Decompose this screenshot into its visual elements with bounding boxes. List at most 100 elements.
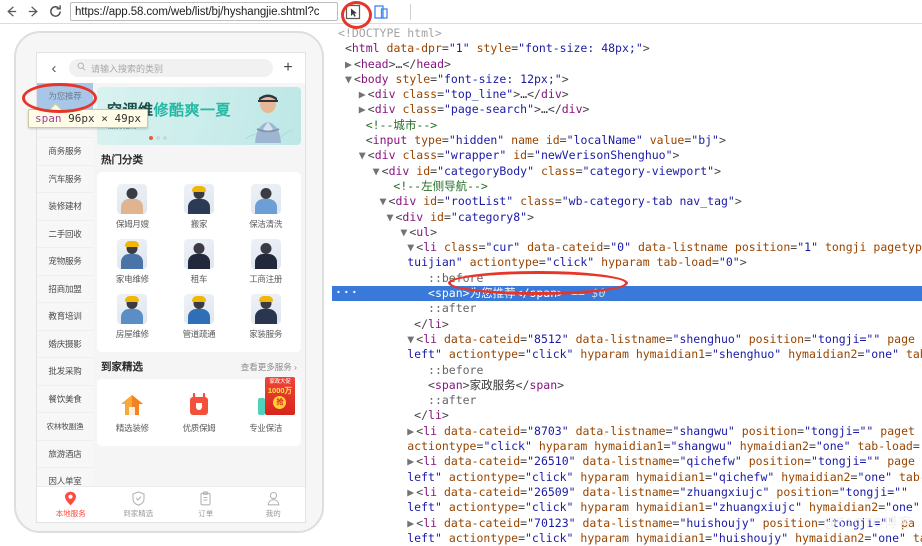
code-line[interactable]: ▶ <div class="page-search">…</div> <box>332 102 922 117</box>
code-line[interactable]: left" actiontype="click" hyparam hymaidi… <box>332 347 922 362</box>
sidebar-item-shangwu[interactable]: 商务服务 <box>37 138 93 166</box>
grid-item[interactable]: 搬家 <box>166 179 233 234</box>
grid-item[interactable]: 家电维修 <box>99 234 166 289</box>
sidebar-item-pets[interactable]: 宠物服务 <box>37 248 93 276</box>
grid-item[interactable]: 家装服务 <box>232 289 299 344</box>
code-line[interactable]: <html data-dpr="1" style="font-size: 48p… <box>332 41 922 56</box>
tab-orders[interactable]: 订单 <box>172 487 240 522</box>
code-line[interactable]: <input type="hidden" name id="localName"… <box>332 133 922 148</box>
grid-item-label: 租车 <box>190 274 208 284</box>
promo-coin-badge: 抢 <box>273 396 287 409</box>
code-line[interactable]: ▼ <div class="wrapper" id="newVerisonShen… <box>332 148 922 163</box>
code-line[interactable]: </li> <box>332 317 922 332</box>
banner-dot-3[interactable] <box>163 136 167 140</box>
grid-item[interactable]: 保姆月嫂 <box>99 179 166 234</box>
toolbar-divider <box>410 3 411 20</box>
sidebar-item-tuijian[interactable]: 为您推荐 <box>37 83 93 111</box>
code-line[interactable]: ::after <box>332 301 922 316</box>
user-icon <box>240 491 306 506</box>
mobile-top-bar: ‹ 请输入搜索的类别 + <box>37 53 305 83</box>
code-line[interactable]: ▼ <li class="cur" data-cateid="0" data-li… <box>332 240 922 255</box>
tab-local-service[interactable]: 本地服务 <box>37 487 105 522</box>
sidebar-item-pifa[interactable]: 批发采购 <box>37 358 93 386</box>
grid-item[interactable]: 工商注册 <box>232 234 299 289</box>
sidebar-item-huishoujy[interactable]: 二手回收 <box>37 221 93 248</box>
code-line[interactable]: ▶ <li data-cateid="26510" data-listname="… <box>332 454 922 469</box>
code-line[interactable]: ::after <box>332 393 922 408</box>
tab-label: 到家精选 <box>123 509 154 518</box>
hot-section-title: 热门分类 <box>93 145 305 172</box>
sidebar-item-canyin[interactable]: 餐饮美食 <box>37 386 93 413</box>
code-line[interactable]: ▶ <li data-cateid="26509" data-listname="… <box>332 485 922 500</box>
code-line[interactable]: <span>家政服务</span> <box>332 378 922 393</box>
code-line[interactable]: <!DOCTYPE html> <box>332 26 922 41</box>
grid-item[interactable]: 管道疏通 <box>166 289 233 344</box>
code-line[interactable]: left" actiontype="click" hyparam hymaidi… <box>332 470 922 485</box>
code-line[interactable]: left" actiontype="click" hyparam hymaidi… <box>332 500 922 515</box>
code-line[interactable]: tuijian" actiontype="click" hyparam tab-… <box>332 255 922 270</box>
forward-arrow-icon[interactable] <box>22 1 44 23</box>
code-line[interactable]: ▼ <div id="rootList" class="wb-category-t… <box>332 194 922 209</box>
sidebar-item-zhuangxiujc[interactable]: 装修建材 <box>37 193 93 221</box>
grid-item[interactable]: 租车 <box>166 234 233 289</box>
code-line[interactable]: ▶ <div class="top_line">…</div> <box>332 87 922 102</box>
sidebar-item-jiaoyu[interactable]: 教育培训 <box>37 303 93 331</box>
address-bar[interactable]: https://app.58.com/web/list/bj/hyshangji… <box>70 2 338 21</box>
promo-line-1: 家政大促 <box>269 379 291 385</box>
sidebar-item-lvyou[interactable]: 旅游酒店 <box>37 441 93 468</box>
watermark: @51CTO博客 <box>823 514 912 530</box>
hot-section-label: 热门分类 <box>101 154 143 166</box>
code-line[interactable]: ▼ <ul> <box>332 225 922 240</box>
reload-icon[interactable] <box>44 1 66 23</box>
sidebar-item-nonglin[interactable]: 农林牧副渔 <box>37 413 93 441</box>
chevron-left-icon[interactable]: ‹ <box>47 61 61 76</box>
code-line[interactable]: ▼ <body style="font-size: 12px;"> <box>332 72 922 87</box>
code-line[interactable]: ▼ <li data-cateid="8512" data-listname="s… <box>332 332 922 347</box>
avatar <box>117 184 148 214</box>
back-arrow-icon[interactable] <box>0 1 22 23</box>
category-sidebar[interactable]: 为您推荐 家政服务 商务服务 汽车服务 装修建材 二手回收 宠物服务 招商加盟 … <box>37 83 93 522</box>
device-toolbar-icon[interactable] <box>372 3 390 21</box>
code-line[interactable]: ▶ <head>…</head> <box>332 57 922 72</box>
search-input[interactable]: 请输入搜索的类别 <box>69 59 273 77</box>
selected-node-text: 为您推荐 <box>469 286 516 301</box>
tab-home-select[interactable]: 到家精选 <box>105 487 173 522</box>
devtools-icon-group <box>344 3 411 21</box>
sidebar-item-zhaoshang[interactable]: 招商加盟 <box>37 276 93 303</box>
grid-item-label: 专业保洁 <box>249 423 283 433</box>
grid-item[interactable]: 精选装修 <box>99 386 166 438</box>
grid-item[interactable]: 优质保姆 <box>166 386 233 438</box>
grid-item-label: 工商注册 <box>249 274 283 284</box>
code-line[interactable]: ▶ <li data-cateid="8703" data-listname="s… <box>332 424 922 439</box>
chevron-right-icon: › <box>294 361 297 372</box>
code-line[interactable]: left" actiontype="click" hyparam hymaidi… <box>332 531 922 546</box>
banner-dot-2[interactable] <box>156 136 160 140</box>
code-line[interactable]: ::before <box>332 271 922 286</box>
inspect-element-icon[interactable] <box>344 3 362 21</box>
selected-element-row[interactable]: ··· <span>为您推荐</span> == $0 <box>332 285 922 302</box>
grid-item[interactable]: 房屋维修 <box>99 289 166 344</box>
code-line[interactable]: <!--左侧导航--> <box>332 179 922 194</box>
code-line[interactable]: actiontype="click" hyparam hymaidian1="s… <box>332 439 922 454</box>
banner-dot-1[interactable] <box>149 136 153 140</box>
banner-dots[interactable] <box>149 136 167 140</box>
grid-item-label: 管道疏通 <box>182 329 216 339</box>
grid-item-label: 优质保姆 <box>182 423 216 433</box>
code-line[interactable]: <!--城市--> <box>332 118 922 133</box>
tab-profile[interactable]: 我的 <box>240 487 306 522</box>
elements-tree[interactable]: <!DOCTYPE html> <html data-dpr="1" style… <box>332 25 922 546</box>
code-line[interactable]: ::before <box>332 363 922 378</box>
sidebar-item-hunqing[interactable]: 婚庆摄影 <box>37 331 93 358</box>
grid-item[interactable]: 专业保洁 家政大促 1000万 抢 <box>232 377 299 438</box>
sidebar-item-qichefw[interactable]: 汽车服务 <box>37 166 93 193</box>
code-line[interactable]: ▼ <div id="category8"> <box>332 210 922 225</box>
promo-badge[interactable]: 家政大促 1000万 抢 <box>264 377 295 415</box>
grid-item-label: 精选装修 <box>115 423 149 433</box>
code-line[interactable]: </li> <box>332 408 922 423</box>
code-line[interactable]: ▼ <div id="categoryBody" class="category-… <box>332 164 922 179</box>
view-more-button[interactable]: 查看更多服务 › <box>241 361 297 373</box>
promo-line-2: 1000万 <box>267 386 293 395</box>
plus-icon[interactable]: + <box>281 60 295 76</box>
grid-item[interactable]: 保洁清洗 <box>232 179 299 234</box>
bottom-tab-bar: 本地服务 到家精选 订单 我的 <box>37 486 306 522</box>
